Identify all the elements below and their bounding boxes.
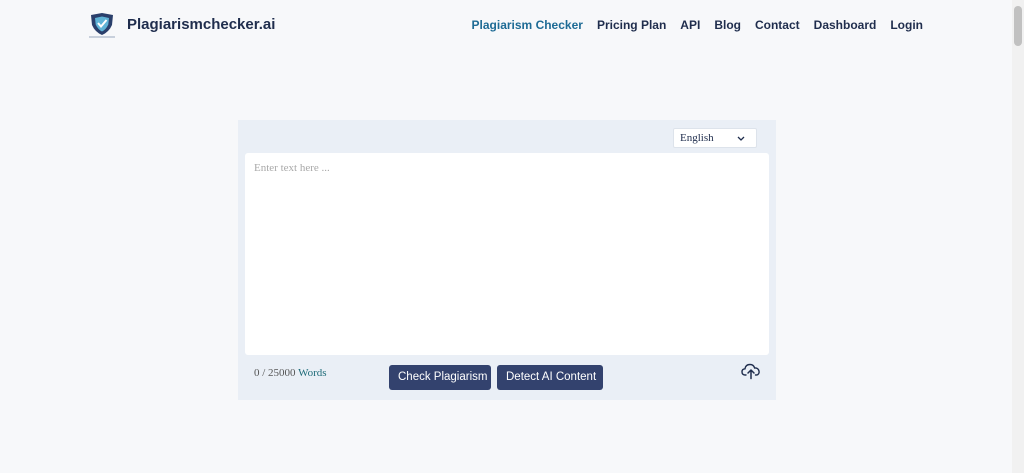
cloud-upload-icon[interactable]: [741, 362, 761, 380]
brand-name[interactable]: Plagiarismchecker.ai: [127, 16, 275, 33]
text-input-placeholder: Enter text here ...: [254, 162, 330, 174]
shield-check-icon[interactable]: [87, 11, 117, 39]
nav-login[interactable]: Login: [890, 18, 923, 32]
text-input[interactable]: Enter text here ...: [245, 153, 769, 355]
nav-dashboard[interactable]: Dashboard: [814, 18, 877, 32]
scrollbar-thumb[interactable]: [1014, 6, 1022, 46]
detect-ai-content-button[interactable]: Detect AI Content: [497, 365, 603, 390]
nav-contact[interactable]: Contact: [755, 18, 800, 32]
page-scrollbar[interactable]: [1012, 0, 1024, 473]
nav-blog[interactable]: Blog: [714, 18, 741, 32]
language-select[interactable]: English: [673, 128, 757, 148]
language-select-value: English: [680, 132, 714, 144]
check-plagiarism-button[interactable]: Check Plagiarism: [389, 365, 491, 390]
chevron-down-icon: [737, 136, 745, 141]
nav-pricing-plan[interactable]: Pricing Plan: [597, 18, 666, 32]
word-count-value: 0 / 25000: [254, 367, 296, 379]
checker-panel: English Enter text here ... 0 / 25000 Wo…: [238, 120, 776, 400]
word-count-unit: Words: [298, 367, 327, 379]
nav-api[interactable]: API: [680, 18, 700, 32]
nav-plagiarism-checker[interactable]: Plagiarism Checker: [472, 18, 583, 32]
main-nav: Plagiarism Checker Pricing Plan API Blog…: [472, 18, 923, 32]
site-header: Plagiarismchecker.ai Plagiarism Checker …: [0, 0, 1012, 50]
word-count: 0 / 25000 Words: [254, 367, 327, 379]
